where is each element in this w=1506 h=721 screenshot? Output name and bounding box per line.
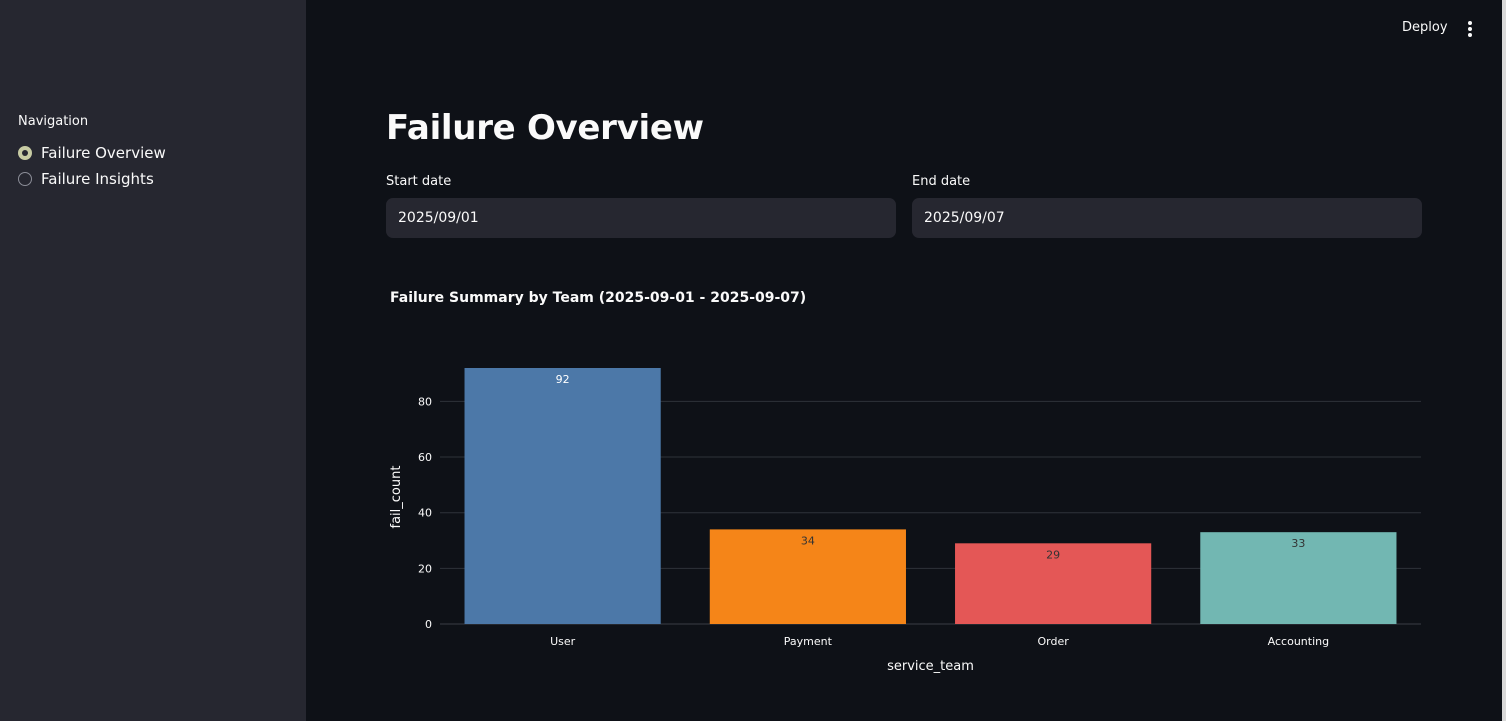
y-tick-label: 0: [425, 618, 432, 631]
x-tick-label: User: [550, 635, 576, 648]
x-tick-label: Payment: [784, 635, 833, 648]
y-axis-title: fail_count: [389, 466, 404, 529]
bar-value-label: 92: [556, 373, 570, 386]
x-axis-title: service_team: [887, 659, 974, 674]
bar-value-label: 33: [1291, 537, 1305, 550]
bar: [464, 368, 661, 624]
bar-value-label: 34: [801, 534, 815, 547]
y-tick-label: 80: [418, 395, 432, 408]
bar-chart: 0 20 40 60 80 92 User 34 Payment 29 Order 33 Account…: [389, 368, 1421, 674]
y-tick-label: 60: [418, 451, 432, 464]
y-tick-label: 20: [418, 562, 432, 575]
x-tick-label: Order: [1037, 635, 1069, 648]
bar-value-label: 29: [1046, 548, 1060, 561]
y-tick-label: 40: [418, 507, 432, 520]
x-tick-label: Accounting: [1268, 635, 1329, 648]
